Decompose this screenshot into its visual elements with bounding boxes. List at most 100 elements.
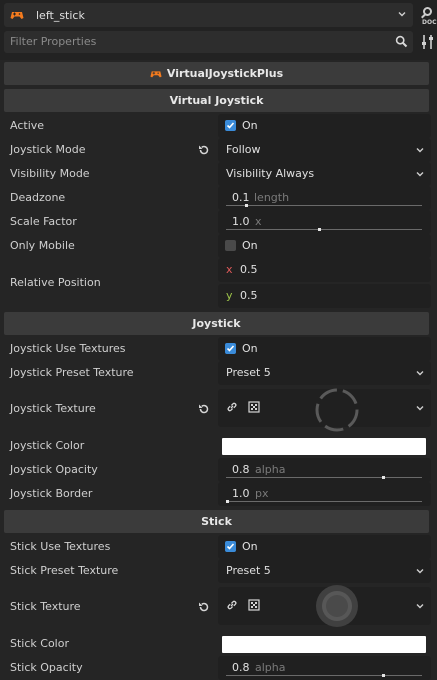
chevron-down-icon: [416, 406, 424, 411]
stick-knob-preview: [316, 585, 358, 627]
property-active: Active On: [4, 114, 431, 138]
slider-unit: x: [255, 215, 262, 228]
section-joystick[interactable]: Joystick: [4, 312, 429, 335]
relative-position-x-field[interactable]: x 0.5: [218, 258, 431, 282]
property-joystick-preset-texture: Joystick Preset Texture Preset 5: [4, 361, 431, 385]
section-title: Virtual Joystick: [169, 94, 264, 107]
y-value: 0.5: [240, 289, 258, 302]
relative-position-y-field[interactable]: y 0.5: [218, 284, 431, 308]
chevron-down-icon: [398, 12, 406, 17]
property-stick-opacity: Stick Opacity 0.8 alpha: [4, 656, 431, 680]
property-deadzone: Deadzone 0.1 length: [4, 186, 431, 210]
joystick-use-textures-checkbox[interactable]: On: [218, 337, 431, 361]
chevron-down-icon: [416, 148, 424, 153]
property-scale-factor: Scale Factor 1.0 x: [4, 210, 431, 234]
property-label: Active: [10, 119, 45, 132]
slider-unit: length: [254, 191, 290, 204]
revert-icon[interactable]: [198, 403, 210, 415]
property-label: Stick Opacity: [10, 661, 83, 674]
property-label: Joystick Opacity: [10, 463, 98, 476]
property-label: Joystick Mode: [10, 143, 86, 156]
property-label: Joystick Border: [10, 487, 93, 500]
revert-icon[interactable]: [198, 601, 210, 613]
joystick-opacity-slider[interactable]: 0.8 alpha: [218, 458, 431, 482]
slider-value: 1.0: [232, 487, 250, 500]
stick-texture-picker[interactable]: [218, 585, 431, 627]
joystick-color-picker[interactable]: [222, 438, 426, 455]
search-icon: [395, 35, 408, 48]
filter-properties-input[interactable]: Filter Properties: [4, 31, 413, 53]
slider-grabber[interactable]: [318, 228, 321, 231]
active-checkbox[interactable]: On: [218, 114, 431, 138]
tools-icon[interactable]: [421, 33, 435, 51]
slider-value: 0.8: [232, 661, 250, 674]
chevron-down-icon: [416, 569, 424, 574]
x-value: 0.5: [240, 263, 258, 276]
slider-unit: alpha: [255, 661, 286, 674]
link-icon[interactable]: [226, 401, 238, 413]
joystick-preset-texture-dropdown[interactable]: Preset 5: [218, 361, 431, 385]
visibility-mode-dropdown[interactable]: Visibility Always: [218, 162, 431, 186]
slider-value: 1.0: [232, 215, 250, 228]
deadzone-slider[interactable]: 0.1 length: [218, 186, 431, 210]
chevron-down-icon: [416, 604, 424, 609]
axis-y-label: y: [226, 289, 233, 302]
checkbox-label: On: [242, 540, 258, 553]
scale-factor-slider[interactable]: 1.0 x: [218, 210, 431, 234]
revert-icon[interactable]: [198, 144, 210, 156]
property-label: Joystick Color: [10, 439, 85, 452]
stick-use-textures-checkbox[interactable]: On: [218, 535, 431, 559]
slider-grabber[interactable]: [382, 476, 385, 479]
property-label: Scale Factor: [10, 215, 77, 228]
property-label: Deadzone: [10, 191, 66, 204]
texture-type-icon[interactable]: [248, 401, 260, 413]
slider-unit: px: [255, 487, 269, 500]
property-joystick-mode: Joystick Mode Follow: [4, 138, 431, 162]
section-virtual-joystick[interactable]: Virtual Joystick: [4, 89, 429, 112]
property-label: Stick Preset Texture: [10, 564, 119, 577]
search-doc-icon: [423, 7, 432, 16]
joystick-border-slider[interactable]: 1.0 px: [218, 482, 431, 506]
property-label: Visibility Mode: [10, 167, 90, 180]
slider-grabber[interactable]: [245, 204, 248, 207]
joystick-ring-preview: [315, 388, 359, 432]
slider-track: [226, 501, 422, 502]
filter-placeholder: Filter Properties: [10, 35, 97, 48]
slider-value: 0.8: [232, 463, 250, 476]
class-name: VirtualJoystickPlus: [166, 67, 284, 80]
chevron-down-icon: [416, 371, 424, 376]
stick-preset-texture-dropdown[interactable]: Preset 5: [218, 559, 431, 583]
open-documentation-button[interactable]: DOC: [419, 4, 437, 28]
slider-track: [226, 477, 422, 478]
property-label: Stick Texture: [10, 600, 81, 613]
node-selector[interactable]: left_stick: [4, 3, 413, 27]
slider-grabber[interactable]: [382, 674, 385, 677]
stick-opacity-slider[interactable]: 0.8 alpha: [218, 656, 431, 680]
texture-type-icon[interactable]: [248, 599, 260, 611]
link-icon[interactable]: [226, 599, 238, 611]
property-label: Stick Use Textures: [10, 540, 111, 553]
dropdown-value: Preset 5: [226, 564, 271, 577]
property-label: Only Mobile: [10, 239, 75, 252]
checkbox-unchecked: [225, 240, 236, 251]
property-label: Joystick Texture: [10, 402, 96, 415]
gamepad-icon: [150, 70, 162, 77]
joystick-texture-picker[interactable]: [218, 388, 431, 432]
property-stick-color: Stick Color: [4, 632, 429, 656]
only-mobile-checkbox[interactable]: On: [218, 234, 431, 258]
section-stick[interactable]: Stick: [4, 510, 429, 533]
section-title: Joystick: [192, 317, 241, 330]
property-stick-preset-texture: Stick Preset Texture Preset 5: [4, 559, 431, 583]
property-joystick-color: Joystick Color: [4, 434, 429, 458]
slider-grabber[interactable]: [226, 500, 229, 503]
property-joystick-use-textures: Joystick Use Textures On: [4, 337, 431, 361]
property-visibility-mode: Visibility Mode Visibility Always: [4, 162, 431, 186]
joystick-mode-dropdown[interactable]: Follow: [218, 138, 431, 162]
stick-color-picker[interactable]: [222, 636, 426, 653]
property-stick-use-textures: Stick Use Textures On: [4, 535, 431, 559]
checkbox-checked: [225, 343, 236, 354]
property-label: Joystick Use Textures: [10, 342, 126, 355]
property-relative-position: Relative Position x 0.5 y 0.5: [4, 258, 431, 308]
checkbox-label: On: [242, 342, 258, 355]
slider-track: [226, 205, 422, 206]
